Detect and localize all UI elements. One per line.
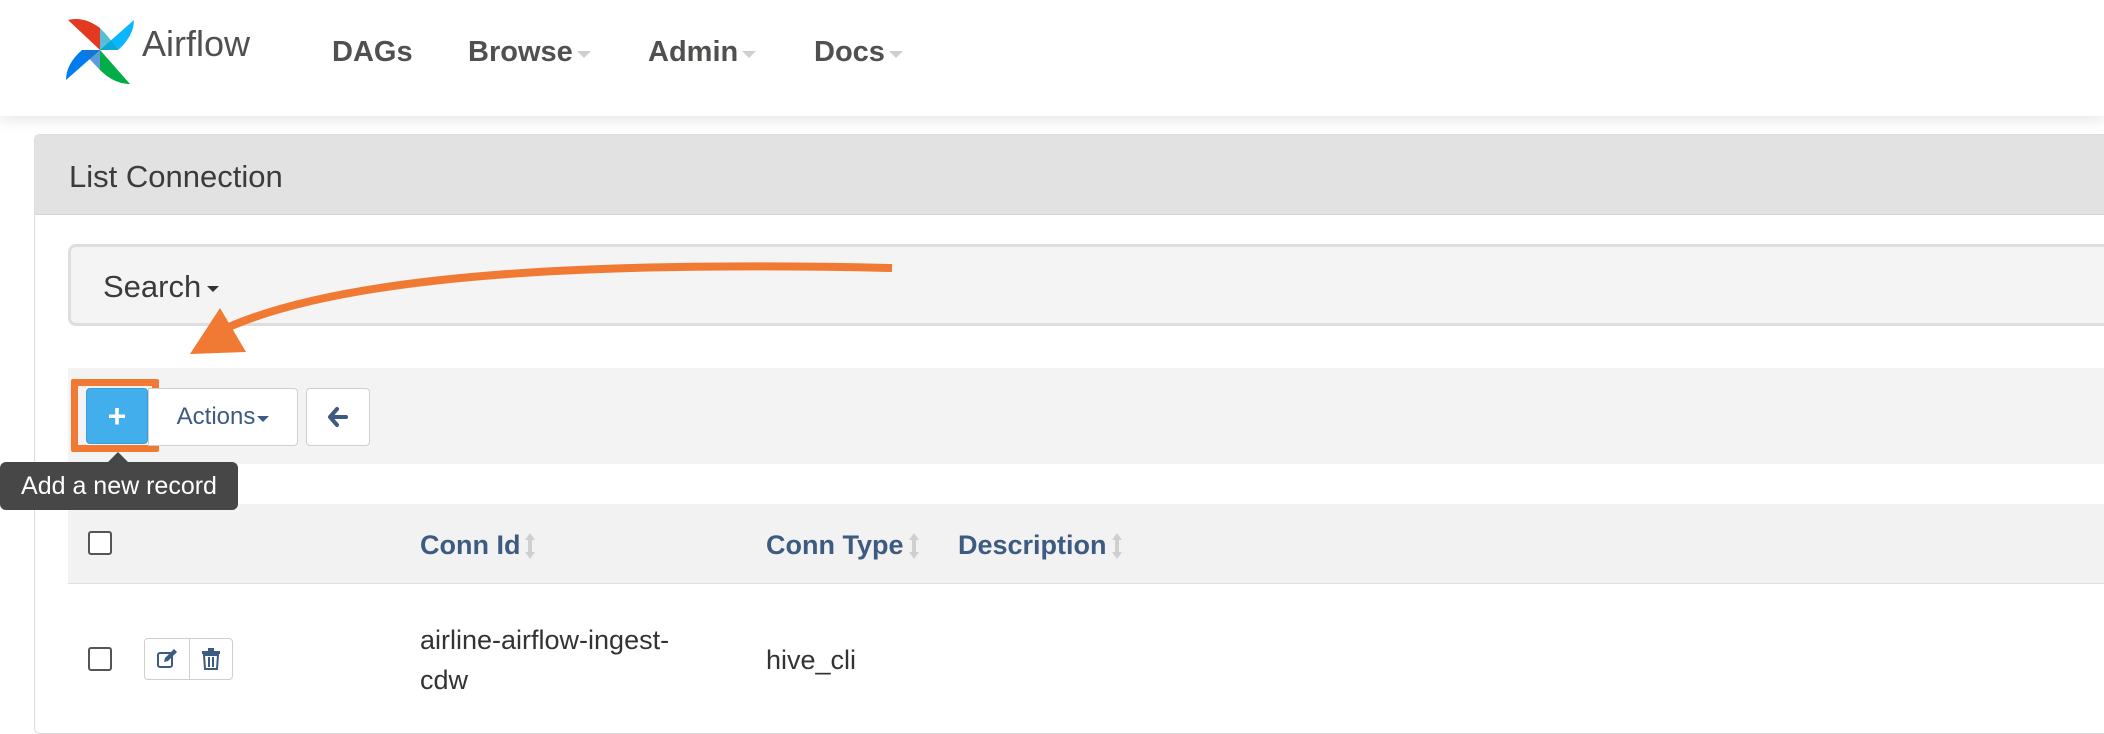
- nav-docs-label: Docs: [814, 36, 885, 68]
- column-header-description[interactable]: Description: [958, 530, 1123, 561]
- sort-icon: [525, 532, 536, 559]
- chevron-down-icon: [576, 51, 591, 58]
- nav-dags[interactable]: DAGs: [332, 36, 413, 69]
- nav-browse-label: Browse: [468, 36, 573, 68]
- page-title: List Connection: [69, 159, 283, 194]
- edit-record-button[interactable]: [145, 639, 189, 679]
- sort-icon: [908, 532, 919, 559]
- back-button[interactable]: [306, 388, 370, 446]
- actions-button[interactable]: Actions: [148, 388, 298, 446]
- nav-admin-label: Admin: [648, 36, 739, 68]
- column-label: Conn Type: [766, 530, 904, 560]
- select-all-checkbox[interactable]: [88, 531, 112, 555]
- delete-record-button[interactable]: [188, 639, 233, 679]
- row-checkbox[interactable]: [88, 647, 112, 671]
- nav-docs[interactable]: Docs: [814, 36, 903, 69]
- arrow-left-icon: [328, 407, 348, 427]
- navbar: Airflow DAGs Browse Admin Docs: [0, 0, 2104, 116]
- row-actions: [144, 638, 233, 680]
- plus-icon: +: [107, 397, 127, 434]
- chevron-down-icon: [257, 416, 270, 422]
- column-label: Conn Id: [420, 530, 521, 560]
- column-header-conn-id[interactable]: Conn Id: [420, 530, 536, 561]
- brand-name: Airflow: [142, 23, 251, 64]
- brand-link[interactable]: Airflow: [64, 12, 250, 88]
- search-label: Search: [103, 269, 202, 304]
- column-header-conn-type[interactable]: Conn Type: [766, 530, 920, 561]
- actions-label: Actions: [176, 403, 256, 430]
- tooltip-arrow: [108, 452, 128, 462]
- chevron-down-icon: [207, 286, 220, 292]
- conn-id-line: cdw: [420, 665, 469, 695]
- chevron-down-icon: [742, 51, 757, 58]
- table-cell-conn-id: airline-airflow-ingest- cdw: [420, 620, 669, 700]
- panel-heading: List Connection: [35, 135, 2104, 215]
- sort-icon: [1111, 532, 1122, 559]
- nav-browse[interactable]: Browse: [468, 36, 591, 69]
- search-panel[interactable]: Search: [68, 244, 2104, 326]
- nav-admin[interactable]: Admin: [648, 36, 757, 69]
- toolbar: [68, 368, 2104, 464]
- airflow-logo-icon: [66, 19, 134, 84]
- nav-dags-label: DAGs: [332, 36, 413, 68]
- conn-id-line: airline-airflow-ingest-: [420, 625, 670, 655]
- chevron-down-icon: [888, 51, 903, 58]
- add-record-tooltip: Add a new record: [0, 462, 238, 510]
- search-toggle[interactable]: Search: [103, 269, 220, 305]
- add-record-button[interactable]: +: [86, 388, 148, 444]
- edit-icon: [156, 649, 177, 668]
- column-label: Description: [958, 530, 1107, 560]
- table-cell-conn-type: hive_cli: [766, 645, 857, 675]
- trash-icon: [201, 648, 220, 670]
